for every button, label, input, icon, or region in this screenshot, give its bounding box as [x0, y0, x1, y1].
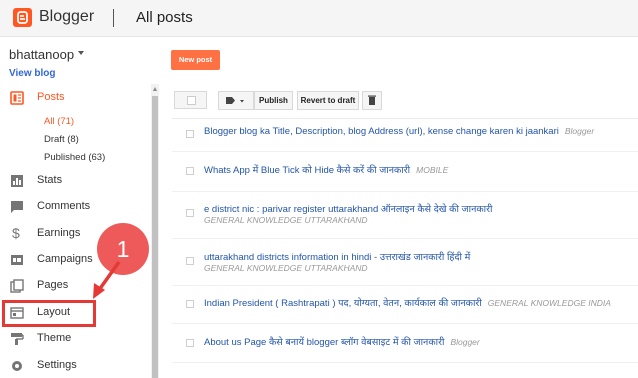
layout-highlight-box — [2, 300, 96, 327]
